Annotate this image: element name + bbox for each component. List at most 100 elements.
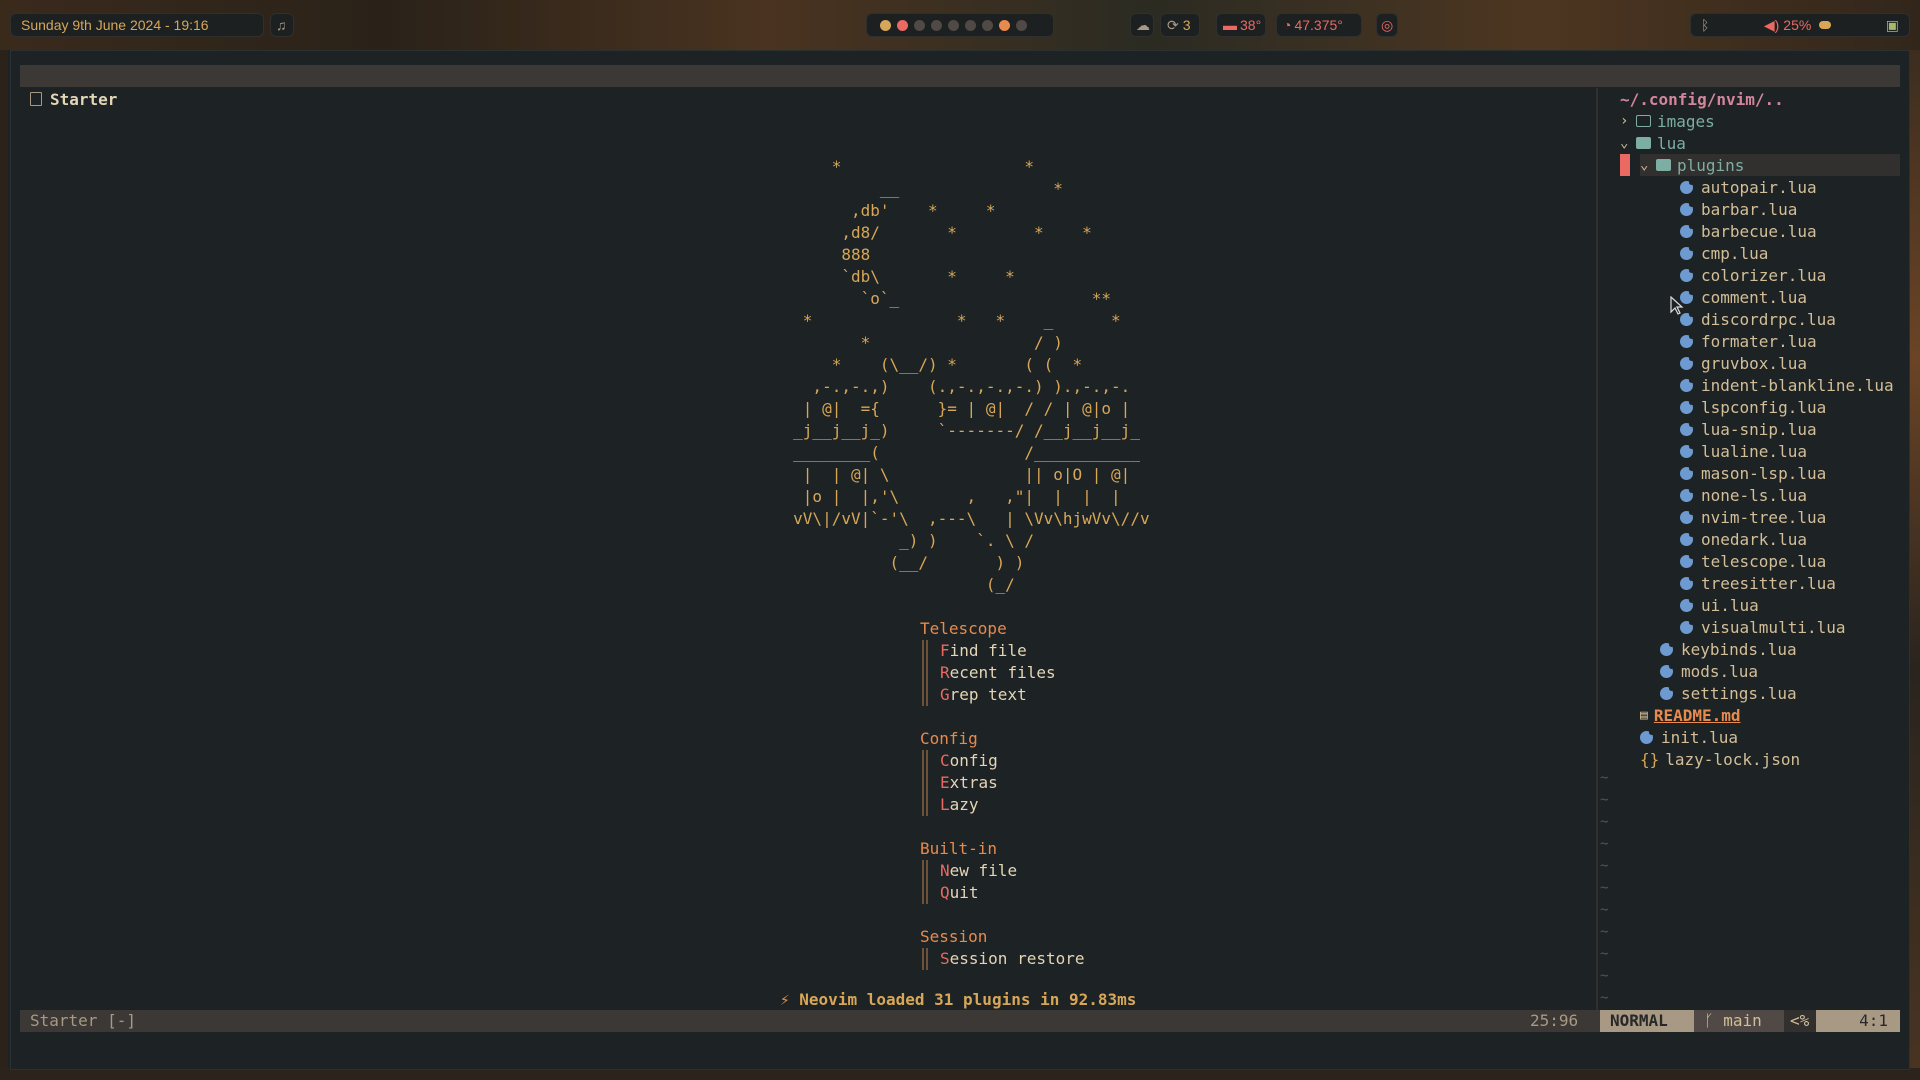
dashboard-menu-item[interactable]: Quit [920, 882, 1017, 904]
lua-icon [1680, 223, 1694, 238]
lua-icon [1680, 245, 1694, 260]
bluetooth-icon[interactable]: ᛒ [1701, 17, 1709, 33]
tree-root-label: ~/.config/nvim/.. [1620, 89, 1784, 109]
lua-icon [1680, 597, 1694, 612]
tree-file[interactable]: formater.lua [1680, 330, 1817, 352]
file-name: lspconfig.lua [1701, 397, 1827, 417]
tree-file[interactable]: comment.lua [1680, 286, 1807, 308]
workspace-icon[interactable] [982, 19, 993, 31]
tree-file-lock[interactable]: {} lazy-lock.json [1640, 748, 1800, 770]
cpu-temp-widget[interactable]: ▬ 38° [1216, 13, 1266, 37]
cherry-icon[interactable] [1016, 19, 1027, 31]
empty-line-marker: ~ [1600, 924, 1609, 940]
lua-icon [1680, 179, 1694, 194]
lua-icon [1680, 575, 1694, 590]
volume-widget[interactable]: ◀) 25% [1763, 16, 1832, 34]
statusline-branch: ᚴ main [1694, 1010, 1784, 1032]
tree-file[interactable]: gruvbox.lua [1680, 352, 1807, 374]
tree-file-readme[interactable]: ▤ README.md [1640, 704, 1741, 726]
speaker-icon: ◀) [1763, 16, 1780, 33]
tree-file[interactable]: discordrpc.lua [1680, 308, 1836, 330]
tree-file[interactable]: keybinds.lua [1660, 638, 1797, 660]
dashboard-menu-item[interactable]: New file [920, 860, 1017, 882]
file-name: keybinds.lua [1681, 639, 1797, 659]
tree-file[interactable]: none-ls.lua [1680, 484, 1807, 506]
file-name: discordrpc.lua [1701, 309, 1836, 329]
tree-file[interactable]: mason-lsp.lua [1680, 462, 1826, 484]
tree-file[interactable]: barbar.lua [1680, 198, 1797, 220]
tree-file[interactable]: mods.lua [1660, 660, 1758, 682]
tree-file[interactable]: visualmulti.lua [1680, 616, 1846, 638]
workspace-icon[interactable] [948, 19, 959, 31]
file-name: gruvbox.lua [1701, 353, 1807, 373]
wallpaper-left [0, 50, 8, 1080]
dashboard-section-header: Telescope [920, 619, 1007, 638]
chevron-down-icon: ⌄ [1620, 135, 1629, 151]
cpu-temp-value: 38° [1240, 17, 1262, 33]
power-icon[interactable]: ◎ [1376, 13, 1398, 37]
tree-file[interactable]: treesitter.lua [1680, 572, 1836, 594]
tree-file[interactable]: telescope.lua [1680, 550, 1826, 572]
file-name: indent-blankline.lua [1701, 375, 1894, 395]
tree-file[interactable]: lua-snip.lua [1680, 418, 1817, 440]
empty-line-marker: ~ [1600, 990, 1609, 1006]
folder-open-icon [1636, 137, 1651, 149]
menu-item-label: onfig [949, 751, 998, 770]
tree-folder-lua[interactable]: ⌄ lua [1620, 132, 1686, 154]
tree-file[interactable]: autopair.lua [1680, 176, 1817, 198]
workspaces [866, 13, 1054, 37]
file-name: barbar.lua [1701, 199, 1798, 219]
tree-file[interactable]: lspconfig.lua [1680, 396, 1826, 418]
menu-item-label: ession restore [949, 949, 1085, 968]
datetime-text: Sunday 9th June 2024 - 19:16 [21, 17, 209, 33]
tree-file[interactable]: lualine.lua [1680, 440, 1807, 462]
cloud-icon[interactable]: ☁ [1130, 13, 1154, 37]
dashboard-menu-item[interactable]: Grep text [920, 684, 1056, 706]
workspace-icon[interactable] [965, 19, 976, 31]
file-name: init.lua [1661, 727, 1739, 747]
tree-file[interactable]: ui.lua [1680, 594, 1759, 616]
lua-icon [1660, 685, 1674, 700]
workspace-active-icon[interactable] [897, 19, 908, 31]
flame-icon[interactable] [999, 19, 1010, 31]
tree-file[interactable]: colorizer.lua [1680, 264, 1826, 286]
dashboard-menu-item[interactable]: Config [920, 750, 998, 772]
dashboard-menu-item[interactable]: Session restore [920, 948, 1085, 970]
menu-item-label: uit [949, 883, 979, 902]
tree-file[interactable]: nvim-tree.lua [1680, 506, 1826, 528]
tree-folder-images[interactable]: › images [1620, 110, 1715, 132]
tree-file[interactable]: settings.lua [1660, 682, 1797, 704]
tree-root[interactable]: ~/.config/nvim/.. [1620, 88, 1784, 110]
dashboard-menu-item[interactable]: Lazy [920, 794, 998, 816]
moon-icon[interactable] [880, 19, 891, 31]
music-icon[interactable]: ♫ [270, 13, 294, 37]
dashboard-section-header: Config [920, 729, 978, 748]
battery-icon[interactable]: ▣ [1886, 17, 1899, 34]
tree-folder-plugins[interactable]: ⌄ plugins [1640, 154, 1900, 176]
tree-file-init[interactable]: init.lua [1640, 726, 1738, 748]
lightning-icon: ⚡ [780, 990, 790, 1009]
tree-file[interactable]: barbecue.lua [1680, 220, 1817, 242]
folder-icon [1636, 115, 1651, 127]
tree-file[interactable]: onedark.lua [1680, 528, 1807, 550]
lua-icon [1680, 487, 1694, 502]
markdown-icon: ▤ [1640, 707, 1648, 723]
tree-file[interactable]: indent-blankline.lua [1680, 374, 1894, 396]
folder-name: plugins [1677, 155, 1745, 175]
gpu-temp-widget[interactable]: ◔ 47.375° [1276, 13, 1362, 37]
lua-icon [1680, 267, 1694, 282]
file-name: visualmulti.lua [1701, 617, 1846, 637]
file-name: telescope.lua [1701, 551, 1827, 571]
datetime-widget[interactable]: Sunday 9th June 2024 - 19:16 [10, 13, 264, 37]
menu-item-label: ew file [949, 861, 1018, 880]
startup-message: ⚡ Neovim loaded 31 plugins in 92.83ms [780, 990, 1136, 1009]
lua-icon [1680, 333, 1694, 348]
tree-file[interactable]: cmp.lua [1680, 242, 1768, 264]
dashboard-menu-item[interactable]: Recent files [920, 662, 1056, 684]
updates-widget[interactable]: ⟳ 3 [1160, 13, 1200, 37]
file-name: formater.lua [1701, 331, 1817, 351]
dashboard-menu-item[interactable]: Find file [920, 640, 1056, 662]
workspace-icon[interactable] [914, 19, 925, 31]
workspace-icon[interactable] [931, 19, 942, 31]
dashboard-menu-item[interactable]: Extras [920, 772, 998, 794]
